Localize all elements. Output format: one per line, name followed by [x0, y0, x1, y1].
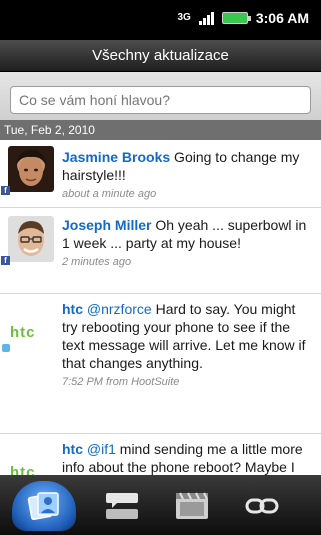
all-updates-icon [27, 492, 59, 521]
update-feed[interactable]: f Jasmine Brooks Going to change my hair… [0, 140, 321, 475]
feed-item[interactable]: htc htc @if1 mind sending me a little mo… [0, 434, 321, 475]
twitter-icon [2, 344, 10, 352]
feed-item[interactable]: htc htc @nrzforce Hard to say. You might… [0, 294, 321, 434]
avatar [8, 216, 54, 262]
timestamp: about a minute ago [62, 188, 157, 200]
timestamp: 2 minutes ago [62, 256, 132, 268]
feed-item-content: Jasmine Brooks Going to change my hairst… [62, 148, 313, 201]
tab-links[interactable] [230, 481, 294, 531]
tab-photos[interactable] [160, 481, 224, 531]
status-icons: 3G 3:06 AM [177, 10, 309, 26]
author-name[interactable]: Jasmine Brooks [62, 149, 170, 165]
mention-link[interactable]: @nrzforce [87, 301, 152, 317]
feed-item-content: htc @if1 mind sending me a little more i… [62, 440, 313, 475]
tab-all-updates[interactable] [12, 481, 76, 531]
facebook-icon: f [1, 186, 10, 195]
feed-item[interactable]: f Jasmine Brooks Going to change my hair… [0, 140, 321, 208]
links-icon [245, 498, 279, 514]
signal-icon [198, 11, 214, 25]
htc-logo-icon: htc [10, 324, 36, 341]
status-updates-icon [106, 493, 138, 519]
author-name[interactable]: htc [62, 301, 83, 317]
facebook-icon: f [1, 256, 10, 265]
title-bar: Všechny aktualizace [0, 40, 321, 72]
mention-link[interactable]: @if1 [87, 441, 116, 457]
author-name[interactable]: htc [62, 441, 83, 457]
status-time: 3:06 AM [255, 10, 309, 26]
tab-status-updates[interactable] [90, 481, 154, 531]
network-3g-icon: 3G [177, 12, 191, 23]
feed-item-content: Joseph Miller Oh yeah ... superbowl in 1… [62, 216, 313, 269]
battery-icon [221, 12, 251, 24]
htc-logo-icon: htc [10, 464, 36, 475]
status-input[interactable] [10, 86, 311, 114]
timestamp: 7:52 PM from HootSuite [62, 376, 180, 388]
feed-item[interactable]: f Joseph Miller Oh yeah ... superbowl in… [0, 208, 321, 294]
page-title: Všechny aktualizace [92, 47, 229, 64]
feed-item-content: htc @nrzforce Hard to say. You might try… [62, 300, 313, 389]
photos-icon [176, 492, 208, 519]
status-bar: 3G 3:06 AM [0, 0, 321, 40]
date-header: Tue, Feb 2, 2010 [0, 120, 321, 140]
screen: 3G 3:06 AM Všechny aktualizace Tue, Feb … [0, 0, 321, 535]
status-input-area [0, 72, 321, 120]
author-name[interactable]: Joseph Miller [62, 217, 151, 233]
bottom-tab-bar [0, 475, 321, 535]
avatar [8, 146, 54, 192]
